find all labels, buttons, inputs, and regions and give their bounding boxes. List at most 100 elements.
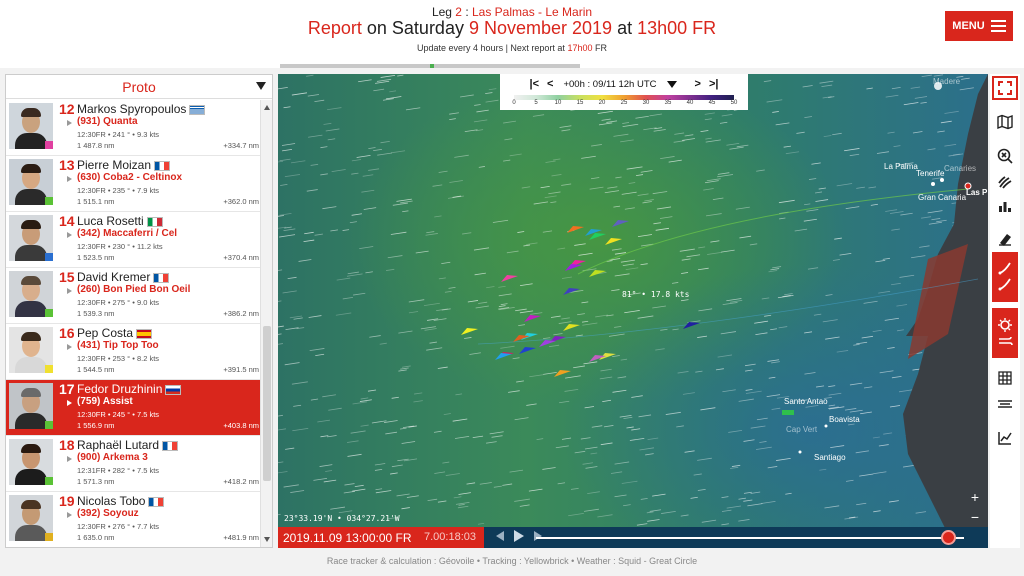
fullscreen-button[interactable] [992,76,1018,100]
distance-to-finish: 1 539.3 nm [77,309,115,318]
skipper-row[interactable]: 19 Nicolas Tobo (392) Soyouz 12:30FR • 276 … [6,492,262,547]
zoom-in-button[interactable]: + [968,490,982,504]
flag-icon [153,272,170,283]
fast-forward-icon[interactable] [534,531,542,541]
skipper-rank: 18 [59,437,75,453]
weather-controls: |< < +00h : 09/11 12h UTC > >| [500,77,748,91]
expand-arrow-icon[interactable] [67,456,72,462]
skipper-name-text: Markos Spyropoulos [77,102,187,116]
next-report-zone: FR [592,43,607,53]
boat-name: (900) Arkema 3 [77,452,148,463]
boat-name: (630) Coba2 - Celtinox [77,172,183,183]
timeline-knob[interactable] [940,530,956,545]
routes-button[interactable] [992,252,1018,302]
boat-stats: 12:31FR • 282 ° • 7.5 kts [77,466,160,475]
expand-arrow-icon[interactable] [67,176,72,182]
skipper-row[interactable]: 14 Luca Rosetti (342) Maccaferri / Cel 12:3… [6,212,262,268]
layers-button[interactable] [992,392,1018,416]
skipper-row[interactable]: 12 Markos Spyropoulos (931) Quanta 12:30FR … [6,100,262,156]
place-label: Santiago [814,453,846,462]
hamburger-icon [990,20,1006,32]
place-label: Canaries [944,164,977,173]
rewind-icon[interactable] [496,531,504,541]
scroll-up-icon[interactable] [264,105,270,110]
weather-time: +00h : 09/11 12h UTC [563,78,657,90]
expand-arrow-icon[interactable] [67,232,72,238]
eraser-icon [999,234,1011,246]
leg-prefix: Leg [431,5,456,19]
map-layer-button[interactable] [992,110,1018,134]
scroll-thumb[interactable] [263,326,271,481]
skipper-name: Markos Spyropoulos [77,102,206,116]
credits-footer: Race tracker & calculation : Géovoile • … [326,556,698,566]
skipper-rank: 17 [59,381,75,397]
zoom-cross-icon [997,148,1013,164]
stats-button[interactable] [992,426,1018,450]
next-report-time: 17h00 [567,43,593,53]
expand-arrow-icon[interactable] [67,120,72,126]
boat-stats: 12:30FR • 241 ° • 9.3 kts [77,130,160,139]
boat-stats: 12:30FR • 275 ° • 9.0 kts [77,298,160,307]
distance-to-leader: +391.5 nm [223,365,259,374]
bar-chart-icon [999,202,1011,212]
leg-title: Leg 2 : Las Palmas - Le Marin [0,5,1024,19]
first-step-button[interactable]: |< [526,78,544,90]
prev-step-button[interactable]: < [543,78,557,90]
report-word: Report [307,18,362,38]
skipper-row[interactable]: 18 Raphaël Lutard (900) Arkema 3 12:31FR • … [6,436,262,492]
next-step-button[interactable]: > [691,78,705,90]
weather-button[interactable] [992,308,1018,358]
expand-arrow-icon[interactable] [67,400,72,406]
skipper-row[interactable]: 13 Pierre Moizan (630) Coba2 - Celtinox 12:… [6,156,262,212]
distance-to-leader: +334.7 nm [223,141,259,150]
wind-scale-tick: 20 [598,100,606,106]
boat-name: (392) Soyouz [77,508,139,519]
skipper-row[interactable]: 17 Fedor Druzhinin (759) Assist 12:30FR • 2… [6,380,262,436]
wind-button[interactable] [992,170,1018,194]
wind-scale-tick: 35 [664,100,672,106]
caret-down-icon[interactable] [256,82,266,90]
weather-icon [998,318,1013,346]
ranking-panel: Proto 12 Markos Spyropoulos (931) Quanta 12… [5,74,273,548]
flag-icon [148,496,165,507]
lines-icon [998,400,1012,408]
skipper-name-text: Pep Costa [77,326,134,340]
wind-scale-tick: 15 [576,100,584,106]
leg-number: 2 [455,5,462,19]
distance-to-leader: +418.2 nm [223,477,259,486]
wind-scale-tick: 50 [730,100,738,106]
skipper-rank: 19 [59,493,75,509]
zoom-out-button[interactable]: − [968,510,982,524]
date-box: 2019.11.09 13:00:00 FR 7.00:18:03 [278,527,484,548]
flag-icon [154,160,171,171]
play-icon[interactable] [514,530,524,542]
report-on: on Saturday [361,18,469,38]
timeline-track[interactable] [536,537,964,539]
distance-to-leader: +362.0 nm [223,197,259,206]
header-progress-marker [430,64,434,68]
update-text: Update every 4 hours | Next report at [417,43,568,53]
menu-button[interactable]: MENU [945,11,1013,41]
race-map[interactable]: La Palma Tenerife Canaries Gran Canaria … [278,74,988,548]
ranking-chart-button[interactable] [992,194,1018,218]
skipper-row[interactable]: 15 David Kremer (260) Bon Pied Bon Oeil 12:… [6,268,262,324]
place-label: Las P [966,188,988,197]
scroll-down-icon[interactable] [264,537,270,542]
category-selector[interactable]: Proto [6,75,272,99]
time-dropdown-icon[interactable] [666,80,677,88]
flag-icon [162,440,179,451]
boat-name: (931) Quanta [77,116,138,127]
expand-arrow-icon[interactable] [67,288,72,294]
skipper-row[interactable]: 16 Pep Costa (431) Tip Top Too 12:30FR • 25… [6,324,262,380]
zoom-area-button[interactable] [992,144,1018,168]
expand-arrow-icon[interactable] [67,344,72,350]
list-scrollbar[interactable] [260,100,272,547]
grid-button[interactable] [992,366,1018,390]
draw-tool-button[interactable] [992,226,1018,250]
last-step-button[interactable]: >| [705,78,723,90]
skipper-rank: 16 [59,325,75,341]
wind-scale-tick: 40 [686,100,694,106]
flag-icon [165,384,182,395]
skipper-list: 12 Markos Spyropoulos (931) Quanta 12:30FR … [6,100,262,547]
expand-arrow-icon[interactable] [67,512,72,518]
